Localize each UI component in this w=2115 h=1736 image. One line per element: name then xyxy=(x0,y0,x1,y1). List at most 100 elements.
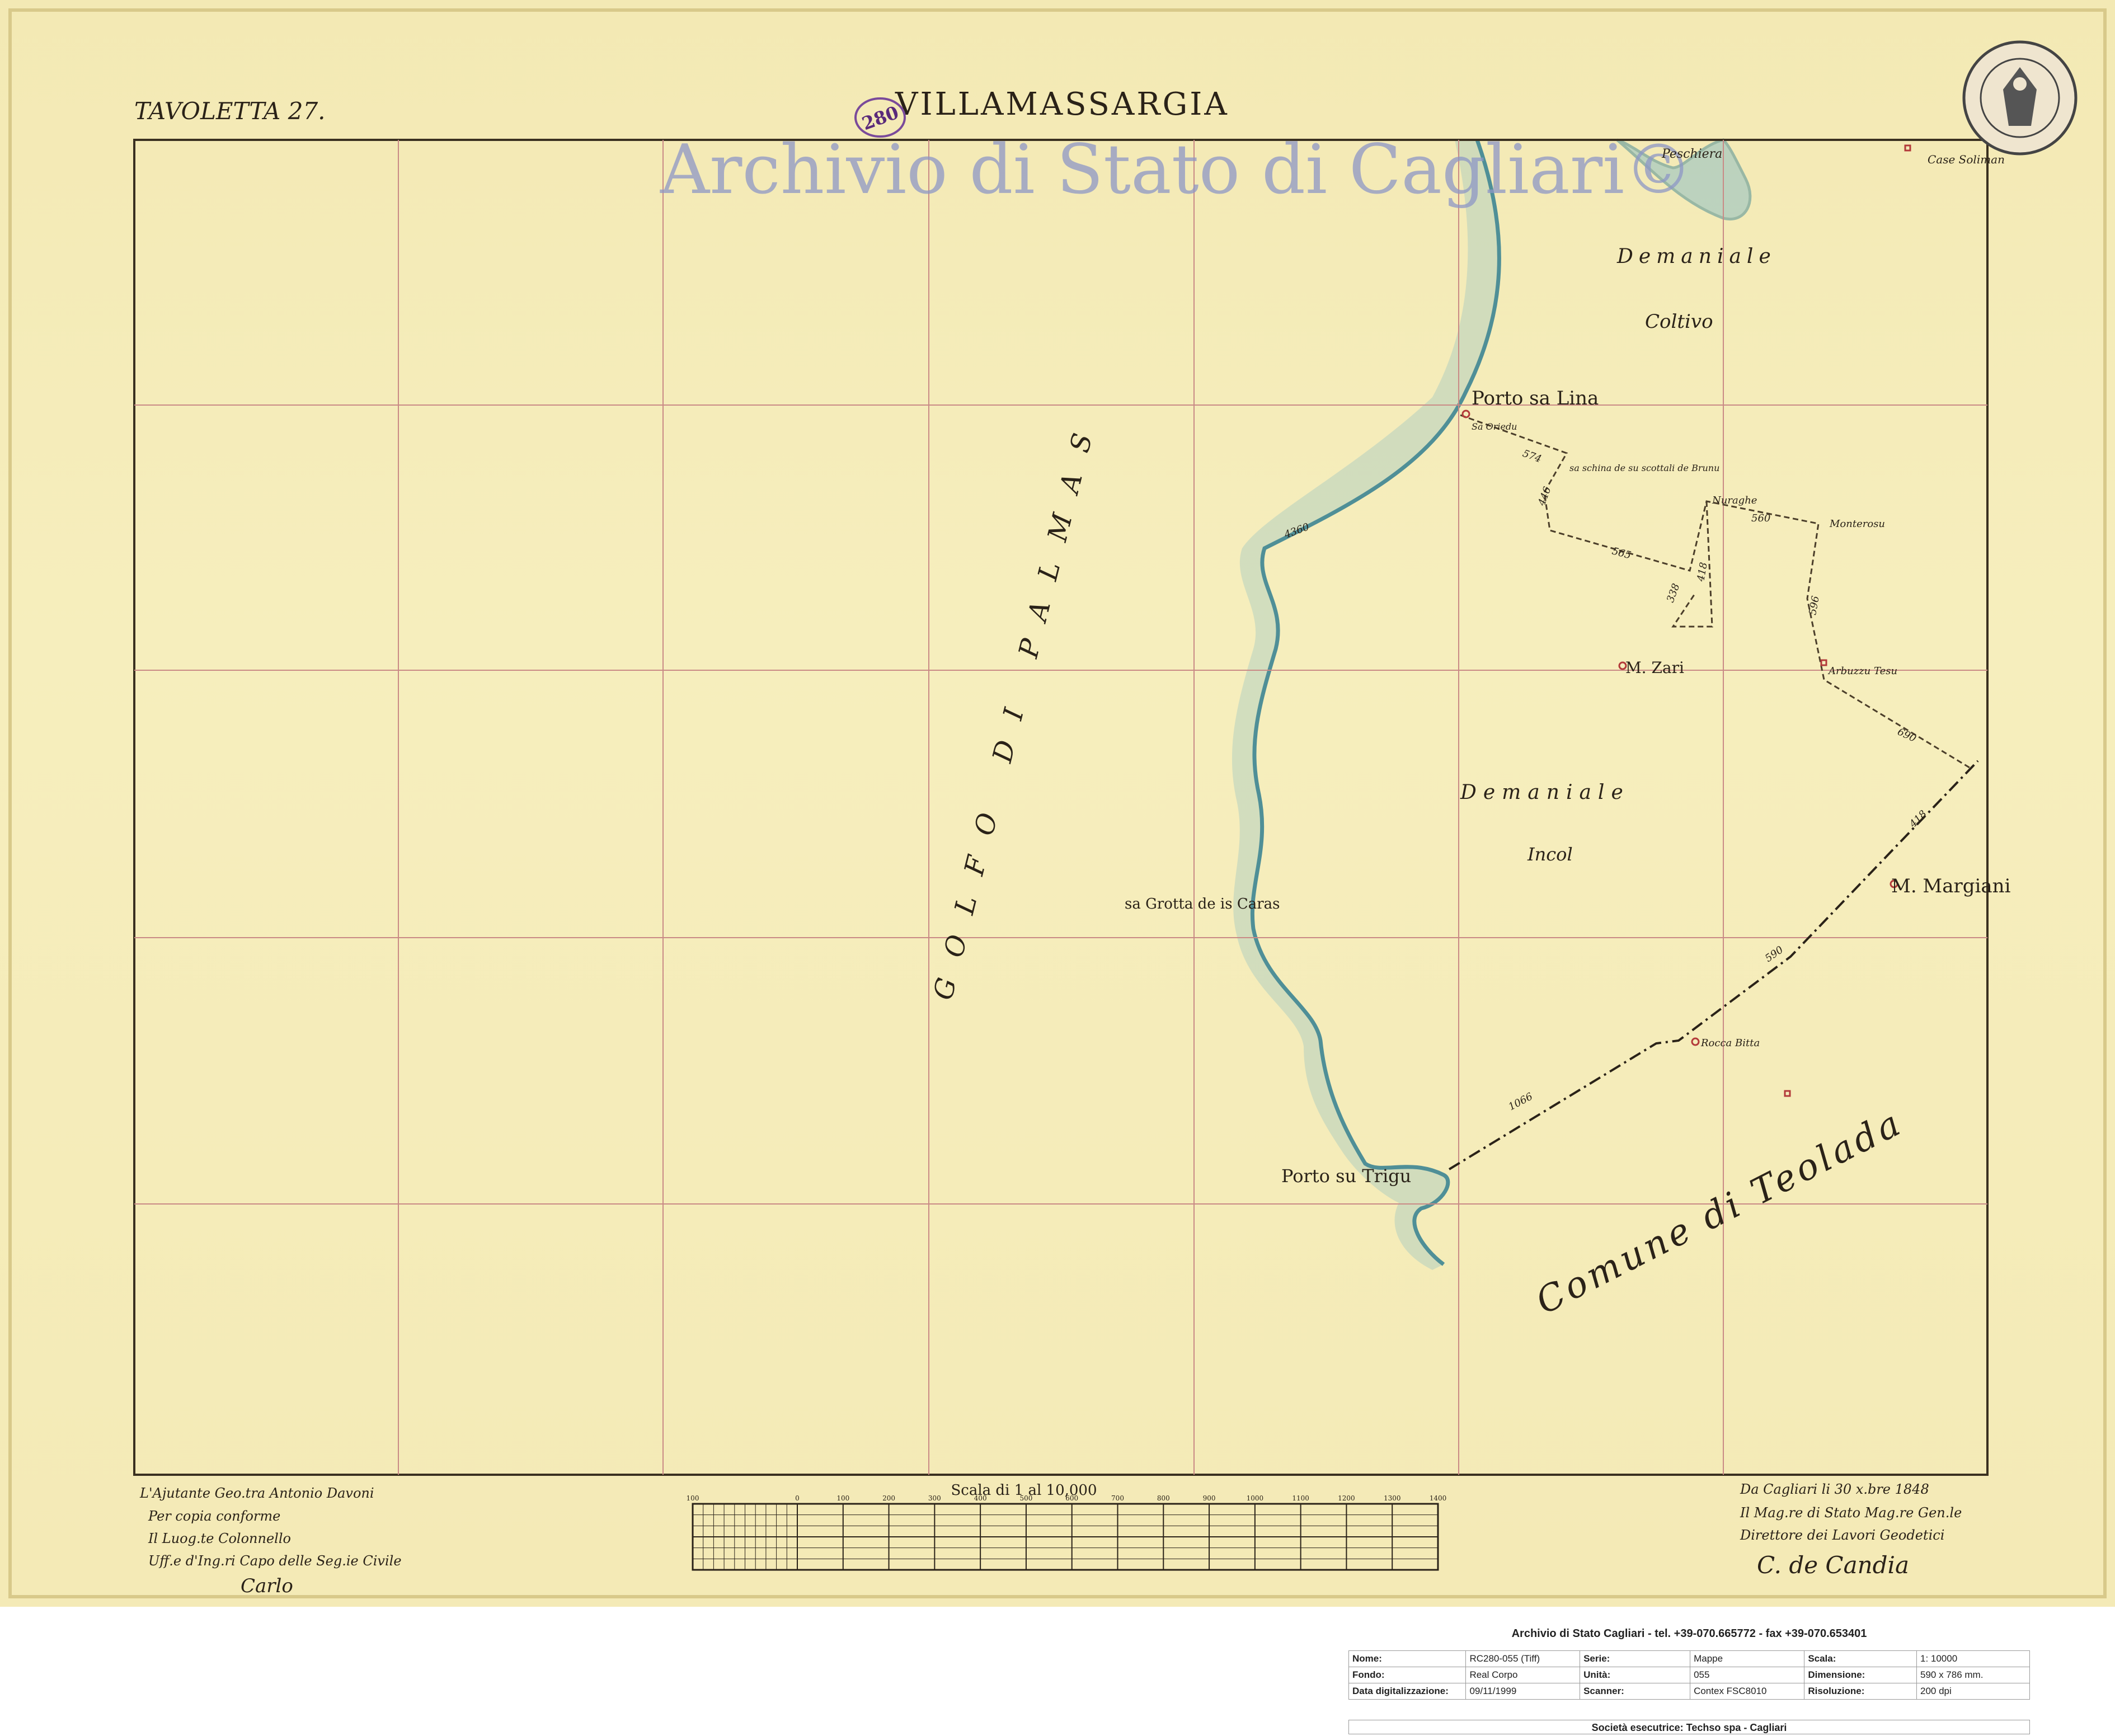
scale-bar-tick-label: 1100 xyxy=(1292,1494,1309,1502)
grid-frame xyxy=(133,139,1989,1476)
label-nuraghe: Nuraghe xyxy=(1712,495,1757,506)
dist-596: 596 xyxy=(1807,595,1822,615)
label-sa-schina: sa schina de su scottali de Brunu xyxy=(1569,463,1719,473)
label-m-zari: M. Zari xyxy=(1625,658,1684,677)
info-key: Data digitalizzazione: xyxy=(1348,1683,1467,1700)
marker-south xyxy=(1784,1090,1791,1097)
scale-bar-tick-label: 100 xyxy=(687,1494,699,1502)
place-labels: Peschiera Case Soliman Demaniale Coltivo… xyxy=(1125,147,2011,1323)
note-left-2: Il Luog.te Colonnello xyxy=(148,1531,291,1546)
marker-case-soliman xyxy=(1904,144,1911,152)
info-key: Nome: xyxy=(1348,1650,1467,1667)
scale-bar-tick-label: 700 xyxy=(1111,1494,1124,1502)
marker-porto-sa-lina xyxy=(1461,410,1470,418)
gulf-label-group: GOLFO DI PALMAS xyxy=(927,408,1104,1003)
dist-690: 690 xyxy=(1896,726,1918,745)
label-demaniale-2: Demaniale xyxy=(1460,781,1630,804)
info-table: Nome: RC280-055 (Tiff) Serie: Mappe Scala: 1:… xyxy=(1348,1650,2031,1700)
info-value: 590 x 786 mm. xyxy=(1916,1667,2031,1683)
label-rocca-bitta: Rocca Bitta xyxy=(1700,1037,1760,1049)
info-title: Archivio di Stato Cagliari - tel. +39-07… xyxy=(1511,1627,1867,1640)
info-value: 200 dpi xyxy=(1916,1683,2031,1700)
label-porto-sa-lina: Porto sa Lina xyxy=(1472,387,1599,410)
survey-markers xyxy=(1461,144,1911,1097)
archive-info-panel: Archivio di Stato Cagliari - tel. +39-07… xyxy=(1348,1626,2031,1736)
note-left-signature: Carlo xyxy=(241,1575,293,1597)
page: TAVOLETTA 27. VILLAMASSARGIA 280 Archivi… xyxy=(0,0,2115,1736)
label-m-margiani: M. Margiani xyxy=(1891,875,2011,897)
scale-bar-tick-label: 0 xyxy=(795,1494,800,1502)
scale-bar-tick-label: 200 xyxy=(882,1494,895,1502)
dist-574: 574 xyxy=(1521,448,1543,465)
scale-bar-tick-label: 600 xyxy=(1065,1494,1078,1502)
info-key: Scala: xyxy=(1804,1650,1917,1667)
scale-bar-tick-label: 500 xyxy=(1019,1494,1032,1502)
gulf-label: GOLFO DI PALMAS xyxy=(927,408,1104,1003)
scale-bar-tick-label: 800 xyxy=(1157,1494,1170,1502)
sheet-edge xyxy=(8,8,2107,1598)
dist-590: 590 xyxy=(1763,944,1785,965)
scale-bar-tick-label: 100 xyxy=(836,1494,849,1502)
scale-bar-tick-label: 400 xyxy=(974,1494,987,1502)
info-row: Data digitalizzazione: 09/11/1999 Scanner:… xyxy=(1348,1683,2031,1700)
info-value: 1: 10000 xyxy=(1916,1650,2031,1667)
info-key: Scanner: xyxy=(1580,1683,1691,1700)
info-row: Fondo: Real Corpo Unità: 055 Dimensione: 590 … xyxy=(1348,1667,2031,1683)
grid xyxy=(133,139,1989,1476)
label-incol: Incol xyxy=(1527,844,1573,865)
label-monterosu: Monterosu xyxy=(1829,518,1885,530)
map-sheet: TAVOLETTA 27. VILLAMASSARGIA 280 Archivi… xyxy=(0,0,2115,1607)
commune-title: VILLAMASSARGIA xyxy=(895,86,1229,123)
note-left-1: Per copia conforme xyxy=(148,1508,280,1524)
marker-rocca-bitta xyxy=(1691,1037,1700,1046)
scale-bar-tick-label: 1200 xyxy=(1338,1494,1355,1502)
scale-bar: Scala di 1 al 10,000 100 0 100 200 300 400 500… xyxy=(687,1482,1447,1571)
distance-labels: 574 446 565 560 596 690 1066 590 418 436… xyxy=(1282,448,1929,1113)
coastline xyxy=(1250,139,1501,1266)
info-value: Mappe xyxy=(1690,1650,1805,1667)
note-right-2: Direttore dei Lavori Geodetici xyxy=(1740,1527,1944,1543)
scale-bar-tick-label: 1300 xyxy=(1384,1494,1401,1502)
label-sa-grotta: sa Grotta de is Caras xyxy=(1125,896,1280,912)
info-value: 09/11/1999 xyxy=(1465,1683,1581,1700)
label-case-soliman: Case Soliman xyxy=(1928,153,2005,166)
label-sa-oriedu: Sa Oriedu xyxy=(1472,421,1517,432)
label-arbuzzu-tesu: Arbuzzu Tesu xyxy=(1827,665,1897,677)
marker-arbuzzu-tesu xyxy=(1820,659,1827,666)
info-key: Serie: xyxy=(1580,1650,1691,1667)
info-key: Dimensione: xyxy=(1804,1667,1917,1683)
dist-560: 560 xyxy=(1751,512,1770,524)
dist-418b: 418 xyxy=(1695,561,1710,582)
info-key: Fondo: xyxy=(1348,1667,1467,1683)
dist-418: 418 xyxy=(1907,808,1929,830)
info-key: Risoluzione: xyxy=(1804,1683,1917,1700)
label-demaniale-1: Demaniale xyxy=(1616,245,1776,268)
note-right-1: Il Mag.re di Stato Mag.re Gen.le xyxy=(1740,1505,1962,1521)
scale-bar-tick-label: 1400 xyxy=(1430,1494,1447,1502)
note-left-0: L'Ajutante Geo.tra Antonio Davoni xyxy=(139,1485,374,1501)
tavoletta-label: TAVOLETTA 27. xyxy=(134,97,326,125)
note-right-0: Da Cagliari li 30 x.bre 1848 xyxy=(1740,1481,1929,1497)
info-value: Contex FSC8010 xyxy=(1690,1683,1805,1700)
dist-446: 446 xyxy=(1536,485,1554,507)
archive-seal xyxy=(1962,40,2078,156)
scale-bar-lines xyxy=(692,1504,1439,1570)
note-left-3: Uff.e d'Ing.ri Capo delle Seg.ie Civile xyxy=(148,1553,402,1569)
label-porto-su-trigu: Porto su Trigu xyxy=(1281,1165,1411,1187)
info-value: 055 xyxy=(1690,1667,1805,1683)
info-row: Nome: RC280-055 (Tiff) Serie: Mappe Scala: 1:… xyxy=(1348,1650,2031,1667)
watermark: Archivio di Stato di Cagliari© xyxy=(660,130,1693,209)
label-peschiera: Peschiera xyxy=(1661,147,1722,161)
notes-right: Da Cagliari li 30 x.bre 1848 Il Mag.re d… xyxy=(1740,1481,1962,1579)
scale-bar-tick-label: 1000 xyxy=(1247,1494,1264,1502)
dist-338: 338 xyxy=(1665,582,1682,604)
info-footer: Società esecutrice: Techso spa - Cagliar… xyxy=(1348,1720,2030,1734)
info-key: Unità: xyxy=(1580,1667,1691,1683)
scale-bar-tick-label: 300 xyxy=(928,1494,941,1502)
label-comune-teolada: Comune di Teolada xyxy=(1530,1102,1910,1323)
info-value: Real Corpo xyxy=(1465,1667,1581,1683)
info-value: RC280-055 (Tiff) xyxy=(1465,1650,1581,1667)
map-canvas: TAVOLETTA 27. VILLAMASSARGIA 280 Archivi… xyxy=(8,8,2107,1598)
notes-left: L'Ajutante Geo.tra Antonio Davoni Per co… xyxy=(139,1485,402,1597)
teolada-boundary xyxy=(1448,760,1979,1170)
